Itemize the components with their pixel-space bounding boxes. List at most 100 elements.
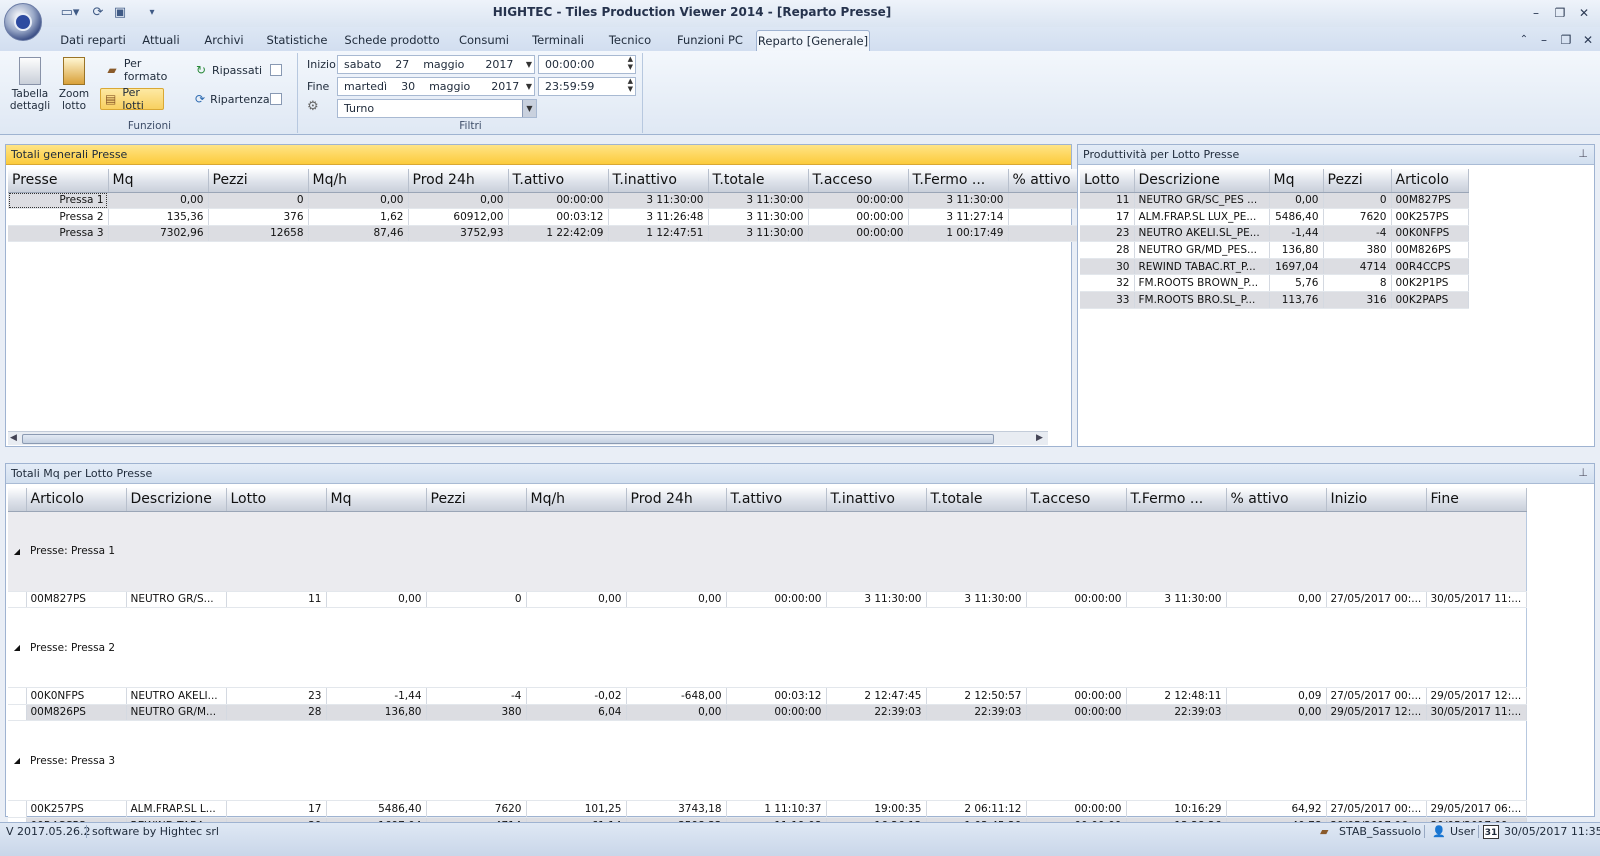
ripartenza-checkbox[interactable] (270, 93, 282, 105)
col-lotto[interactable]: Lotto (226, 488, 327, 512)
data-cell[interactable]: 32 (1080, 274, 1135, 293)
pressa-cell[interactable]: Pressa 1 (8, 192, 109, 210)
data-cell[interactable]: 1697,04 (1269, 258, 1324, 276)
col-ttotale[interactable]: T.totale (708, 169, 809, 193)
data-cell[interactable]: 0,00 (1226, 591, 1327, 609)
settings-gear-icon[interactable]: ⚙ (307, 99, 319, 114)
data-cell[interactable]: 00:00:00 (1026, 687, 1127, 705)
data-cell[interactable]: 30 (1080, 258, 1135, 276)
data-cell[interactable]: 00:03:12 (508, 208, 609, 226)
group-row[interactable]: ◢ Presse: Pressa 3 (8, 720, 1526, 802)
data-cell[interactable]: 0,00 (526, 591, 627, 609)
data-cell[interactable]: 0,00 (626, 704, 727, 722)
data-cell[interactable]: 5486,40 (326, 800, 427, 818)
data-cell[interactable]: 0,00 (408, 192, 509, 210)
data-cell[interactable]: 135,36 (108, 208, 209, 226)
tab-statistiche[interactable]: Statistiche (262, 30, 332, 51)
data-cell[interactable]: 10:16:29 (1126, 800, 1227, 818)
col-tacceso[interactable]: T.acceso (1026, 488, 1127, 512)
col-pezzi[interactable]: Pezzi (208, 169, 309, 193)
data-cell[interactable]: FM.ROOTS BROWN_P... (1134, 274, 1270, 293)
tab-tecnico[interactable]: Tecnico (600, 30, 660, 51)
data-cell[interactable]: 3 11:30:00 (826, 591, 927, 609)
data-cell[interactable]: FM.ROOTS BRO.SL_P... (1134, 291, 1270, 309)
group-row[interactable]: ◢ Presse: Pressa 2 (8, 607, 1526, 689)
col-articolo[interactable]: Articolo (26, 488, 127, 512)
col-pezzi[interactable]: Pezzi (1323, 169, 1392, 193)
data-cell[interactable]: 3 11:30:00 (926, 591, 1027, 609)
data-cell[interactable]: 64,92 (1226, 800, 1327, 818)
data-cell[interactable]: 0 (426, 591, 527, 609)
data-cell[interactable]: 00M826PS (26, 704, 127, 722)
data-cell[interactable]: -0,02 (526, 687, 627, 705)
table-row[interactable]: 17 ALM.FRAP.SL LUX_PE... 5486,40 7620 00K257… (1080, 208, 1469, 226)
col-mq[interactable]: Mq (1269, 169, 1324, 193)
child-close-icon[interactable]: ✕ (1580, 32, 1596, 48)
tabella-dettagli-button[interactable]: Tabella dettagli (8, 57, 52, 112)
ripassati-button[interactable]: ↻ Ripassati (192, 59, 262, 81)
data-cell[interactable]: 28 (1080, 241, 1135, 259)
tab-terminali[interactable]: Terminali (526, 30, 590, 51)
horizontal-scrollbar[interactable]: ◀ ▶ (8, 431, 1048, 445)
table-row[interactable]: 00K0NFPS NEUTRO AKELI... 23 -1,44 -4 -0,02 -64… (8, 687, 1527, 705)
data-cell[interactable]: 3752,93 (408, 225, 509, 243)
data-cell[interactable]: 29/05/2017 12:... (1326, 704, 1427, 722)
tab-schede-prodotto[interactable]: Schede prodotto (342, 30, 442, 51)
data-cell[interactable]: 7620 (1323, 208, 1392, 226)
data-cell[interactable]: 00M826PS (1391, 241, 1469, 259)
data-cell[interactable]: NEUTRO GR/M... (126, 704, 227, 722)
table-row[interactable]: 32 FM.ROOTS BROWN_P... 5,76 8 00K2P1PS (1080, 274, 1469, 293)
col-inizio[interactable]: Inizio (1326, 488, 1427, 512)
data-cell[interactable]: 19:00:35 (826, 800, 927, 818)
col-tinattivo[interactable]: T.inattivo (608, 169, 709, 193)
table-row[interactable]: 23 NEUTRO AKELI.SL_PE... -1,44 -4 00K0NFPS (1080, 225, 1469, 243)
data-cell[interactable]: -4 (1323, 225, 1392, 243)
data-cell[interactable]: 87,46 (308, 225, 409, 243)
data-cell[interactable]: 1 12:47:51 (608, 225, 709, 243)
data-cell[interactable]: 3 11:30:00 (908, 192, 1009, 210)
data-cell[interactable]: 00:00:00 (508, 192, 609, 210)
zoom-lotto-button[interactable]: Zoom lotto (54, 57, 94, 112)
data-cell[interactable]: 2 12:47:45 (826, 687, 927, 705)
col-prod24h[interactable]: Prod 24h (626, 488, 727, 512)
data-cell[interactable]: 0 (208, 192, 309, 210)
table-row[interactable]: 11 NEUTRO GR/SC_PES ... 0,00 0 00M827PS (1080, 192, 1469, 210)
scrollbar-thumb[interactable] (22, 434, 994, 444)
group-row[interactable]: ◢ Presse: Pressa 1 (8, 511, 1526, 592)
close-icon[interactable]: ✕ (1576, 5, 1592, 21)
data-cell[interactable]: 3 11:26:48 (608, 208, 709, 226)
turno-select[interactable]: Turno ▼ (337, 99, 537, 118)
data-cell[interactable]: 6,04 (526, 704, 627, 722)
col-mq[interactable]: Mq (326, 488, 427, 512)
data-cell[interactable]: 0,00 (308, 192, 409, 210)
data-cell[interactable]: 136,80 (326, 704, 427, 722)
data-cell[interactable]: 00R4CCPS (1391, 258, 1469, 276)
data-cell[interactable]: 27/05/2017 00:... (1326, 800, 1427, 818)
data-cell[interactable]: 00K0NFPS (1391, 225, 1469, 243)
data-cell[interactable]: 12658 (208, 225, 309, 243)
table-row[interactable]: 33 FM.ROOTS BRO.SL_P... 113,76 316 00K2PAPS (1080, 291, 1469, 309)
data-cell[interactable]: ALM.FRAP.SL L... (126, 800, 227, 818)
col-tacceso[interactable]: T.acceso (808, 169, 909, 193)
data-cell[interactable]: 1 11:10:37 (726, 800, 827, 818)
data-cell[interactable]: REWIND TABAC.RT_P... (1134, 258, 1270, 276)
data-cell[interactable] (1008, 225, 1079, 243)
data-cell[interactable]: 00:00:00 (726, 591, 827, 609)
scroll-left-icon[interactable]: ◀ (10, 433, 17, 443)
data-cell[interactable]: 316 (1323, 291, 1392, 309)
data-cell[interactable]: 136,80 (1269, 241, 1324, 259)
data-cell[interactable]: 22:39:03 (926, 704, 1027, 722)
data-cell[interactable]: 0,00 (108, 192, 209, 210)
data-cell[interactable]: NEUTRO GR/MD_PES... (1134, 241, 1270, 259)
col-articolo[interactable]: Articolo (1391, 169, 1469, 193)
data-cell[interactable]: 00K257PS (1391, 208, 1469, 226)
data-cell[interactable]: 2 06:11:12 (926, 800, 1027, 818)
data-cell[interactable]: 60912,00 (408, 208, 509, 226)
data-cell[interactable]: -1,44 (326, 687, 427, 705)
data-cell[interactable]: 0,09 (1226, 687, 1327, 705)
col-tattivo[interactable]: T.attivo (726, 488, 827, 512)
data-cell[interactable]: -648,00 (626, 687, 727, 705)
data-cell[interactable]: 00:00:00 (808, 192, 909, 210)
col-tinattivo[interactable]: T.inattivo (826, 488, 927, 512)
col-prod24h[interactable]: Prod 24h (408, 169, 509, 193)
